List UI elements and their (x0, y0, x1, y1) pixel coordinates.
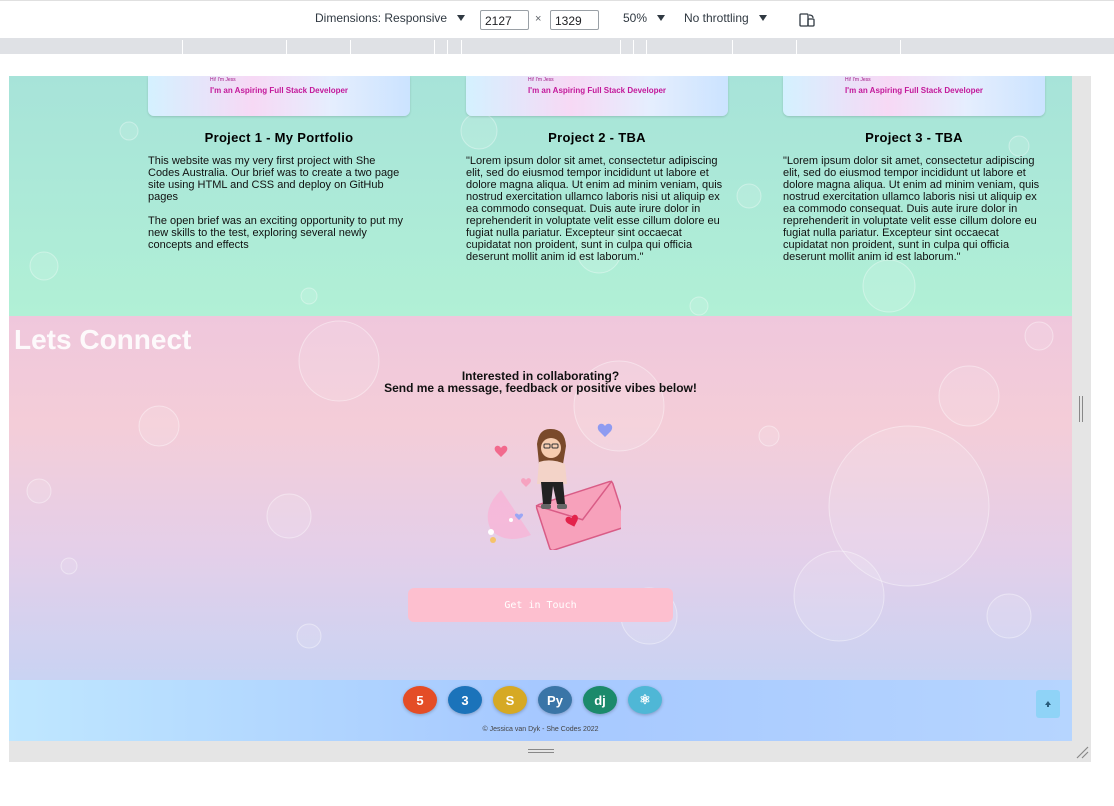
intro-line: Send me a message, feedback or positive … (384, 381, 697, 395)
project-thumbnail[interactable]: Hi! I'm Jess I'm an Aspiring Full Stack … (783, 76, 1045, 116)
arrow-up-icon (1045, 701, 1051, 707)
chevron-down-icon (758, 15, 767, 21)
bitmoji-envelope-illustration (487, 423, 621, 550)
django-icon: dj (583, 686, 617, 714)
project-title: Project 1 - My Portfolio (204, 130, 354, 145)
project-description: The open brief was an exciting opportuni… (148, 215, 403, 251)
html5-icon: 5 (403, 686, 437, 714)
project-description: "Lorem ipsum dolor sit amet, consectetur… (783, 155, 1040, 263)
chevron-down-icon (457, 15, 466, 21)
zoom-dropdown[interactable]: 50% (623, 11, 666, 25)
right-resize-handle[interactable] (1079, 396, 1083, 422)
portfolio-page: Hi! I'm Jess I'm an Aspiring Full Stack … (9, 76, 1072, 741)
tech-stack-icons: 5 3 S Py dj ⚛ (403, 686, 662, 714)
project-thumbnail[interactable]: Hi! I'm Jess I'm an Aspiring Full Stack … (466, 76, 728, 116)
devtools-device-toolbar: Dimensions: Responsive 2127 × 1329 50% N… (0, 0, 1114, 40)
react-icon: ⚛ (628, 686, 662, 714)
project-description: This website was my very first project w… (148, 155, 400, 203)
connect-section: Lets Connect Interested in collaborating… (9, 316, 1072, 680)
chevron-down-icon (657, 15, 666, 21)
zoom-label: 50% (623, 11, 648, 25)
thumbnail-tagline: I'm an Aspiring Full Stack Developer (527, 86, 667, 95)
rotate-icon[interactable] (799, 13, 815, 27)
throttling-label: No throttling (684, 11, 749, 25)
dimension-separator: × (535, 13, 542, 25)
thumbnail-greeting: Hi! I'm Jess (528, 77, 554, 83)
project-description: "Lorem ipsum dolor sit amet, consectetur… (466, 155, 723, 263)
throttling-dropdown[interactable]: No throttling (684, 11, 767, 25)
height-input[interactable]: 1329 (550, 10, 599, 30)
copyright-text: © Jessica van Dyk - She Codes 2022 (482, 726, 599, 733)
css3-icon: 3 (448, 686, 482, 714)
section-heading: Lets Connect (14, 324, 192, 355)
corner-resize-handle[interactable] (1075, 745, 1089, 759)
width-input[interactable]: 2127 (480, 10, 529, 30)
get-in-touch-button[interactable]: Get in Touch (408, 588, 673, 622)
python-icon: Py (538, 686, 572, 714)
project-thumbnail[interactable]: Hi! I'm Jess I'm an Aspiring Full Stack … (148, 76, 410, 116)
dimensions-dropdown[interactable]: Dimensions: Responsive (315, 11, 466, 25)
bottom-resize-handle[interactable] (528, 749, 554, 753)
project-card-3: Hi! I'm Jess I'm an Aspiring Full Stack … (783, 76, 1045, 263)
connect-intro: Interested in collaborating? Send me a m… (9, 370, 1072, 394)
thumbnail-tagline: I'm an Aspiring Full Stack Developer (209, 86, 349, 95)
project-title: Project 2 - TBA (548, 130, 646, 145)
project-title: Project 3 - TBA (865, 130, 963, 145)
project-card-2: Hi! I'm Jess I'm an Aspiring Full Stack … (466, 76, 728, 263)
thumbnail-greeting: Hi! I'm Jess (210, 77, 236, 83)
thumbnail-greeting: Hi! I'm Jess (845, 77, 871, 83)
media-query-ruler (0, 38, 1114, 54)
project-card-1: Hi! I'm Jess I'm an Aspiring Full Stack … (148, 76, 410, 251)
projects-section: Hi! I'm Jess I'm an Aspiring Full Stack … (9, 76, 1072, 316)
page-footer: 5 3 S Py dj ⚛ © Jessica van Dyk - She Co… (9, 680, 1072, 741)
back-to-top-button[interactable] (1036, 690, 1060, 718)
javascript-icon: S (493, 686, 527, 714)
thumbnail-tagline: I'm an Aspiring Full Stack Developer (844, 86, 984, 95)
dimensions-label: Dimensions: Responsive (315, 11, 448, 25)
